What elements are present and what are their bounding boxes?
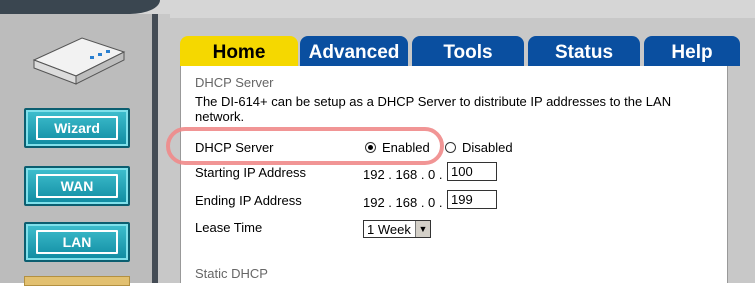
lease-time-label: Lease Time xyxy=(195,220,263,235)
lease-time-value: 1 Week xyxy=(367,221,411,237)
tab-tools[interactable]: Tools xyxy=(412,36,524,66)
tab-bar: Home Advanced Tools Status Help xyxy=(180,36,740,66)
wan-label: WAN xyxy=(36,174,118,198)
header-band xyxy=(0,0,160,14)
lease-time-select[interactable]: 1 Week ▼ xyxy=(363,220,431,238)
section-title: DHCP Server xyxy=(195,75,274,90)
tab-status[interactable]: Status xyxy=(528,36,640,66)
nav-button-partial[interactable] xyxy=(24,276,130,286)
section-description: The DI-614+ can be setup as a DHCP Serve… xyxy=(195,94,672,124)
ending-ip-input[interactable] xyxy=(447,190,497,209)
ending-ip-prefix: 192 . 168 . 0 . xyxy=(363,195,443,210)
router-device-icon xyxy=(32,37,126,85)
starting-ip-input[interactable] xyxy=(447,162,497,181)
highlight-annotation xyxy=(166,127,444,165)
starting-ip-prefix: 192 . 168 . 0 . xyxy=(363,167,443,182)
starting-ip-label: Starting IP Address xyxy=(195,165,307,180)
lan-button[interactable]: LAN xyxy=(24,222,130,262)
content-area: DHCP Server The DI-614+ can be setup as … xyxy=(180,66,728,283)
wan-button[interactable]: WAN xyxy=(24,166,130,206)
wizard-button[interactable]: Wizard xyxy=(24,108,130,148)
lan-label: LAN xyxy=(36,230,118,254)
ending-ip-label: Ending IP Address xyxy=(195,193,302,208)
disabled-label: Disabled xyxy=(462,140,513,155)
radio-unselected-icon xyxy=(445,142,456,153)
tab-advanced[interactable]: Advanced xyxy=(300,36,408,66)
dhcp-disabled-radio[interactable]: Disabled xyxy=(445,140,513,155)
static-dhcp-title: Static DHCP xyxy=(195,266,268,281)
tab-home[interactable]: Home xyxy=(180,36,298,66)
tab-help[interactable]: Help xyxy=(644,36,740,66)
chevron-down-icon[interactable]: ▼ xyxy=(415,221,430,237)
wizard-label: Wizard xyxy=(36,116,118,140)
